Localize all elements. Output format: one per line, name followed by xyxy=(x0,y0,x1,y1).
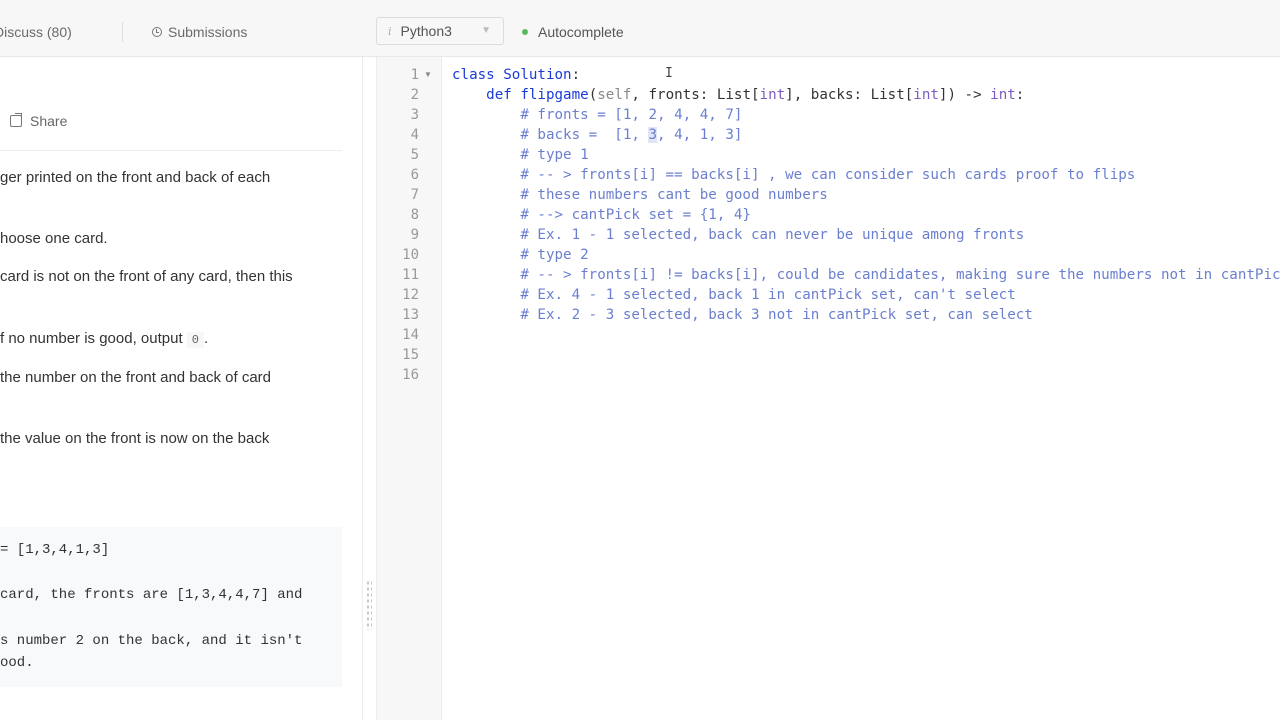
description-panel: Share ger printed on the front and back … xyxy=(0,57,363,720)
inline-code: 0 xyxy=(186,332,204,348)
example-line: = [1,3,4,1,3] xyxy=(0,542,110,558)
code-comment: # Ex. 1 - 1 selected, back can never be … xyxy=(520,227,1025,243)
line-number: 12 xyxy=(402,287,419,303)
code-line: def flipgame(self, fronts: List[int], ba… xyxy=(486,87,1025,103)
autocomplete-toggle[interactable]: Autocomplete xyxy=(522,24,624,40)
code-line: class Solution: xyxy=(452,65,580,85)
line-number: 5 xyxy=(410,147,419,163)
fold-arrow-icon[interactable]: ▼ xyxy=(424,65,432,85)
line-number: 6 xyxy=(410,167,419,183)
code-text: ]) -> xyxy=(938,87,991,103)
line-number: 11 xyxy=(402,267,419,283)
example-line: ood. xyxy=(0,655,34,671)
line-number: 3 xyxy=(410,107,419,123)
code-comment: # Ex. 4 - 1 selected, back 1 in cantPick… xyxy=(520,287,1016,303)
line-number: 7 xyxy=(410,187,419,203)
description-text: . xyxy=(204,330,209,347)
code-function-name: flipgame xyxy=(520,87,589,103)
top-toolbar: Discuss (80) Submissions i Python3 ▼ Aut… xyxy=(0,0,1280,57)
code-comment: # type 2 xyxy=(520,247,589,263)
code-class-name: Solution xyxy=(503,67,572,83)
code-text: : xyxy=(1015,87,1025,103)
description-line: card is not on the front of any card, th… xyxy=(0,268,293,285)
code-line: # Ex. 4 - 1 selected, back 1 in cantPick… xyxy=(452,285,1016,305)
code-line: # type 1 xyxy=(452,145,589,165)
example-line: card, the fronts are [1,3,4,4,7] and xyxy=(0,587,303,603)
code-comment: # -- > fronts[i] == backs[i] , we can co… xyxy=(520,167,1136,183)
line-number: 1 xyxy=(410,67,419,83)
code-type: int xyxy=(759,87,786,103)
info-icon: i xyxy=(388,24,392,38)
tab-submissions[interactable]: Submissions xyxy=(152,24,247,40)
code-text: : xyxy=(571,67,581,83)
line-number: 13 xyxy=(402,307,419,323)
description-line: the number on the front and back of card xyxy=(0,369,272,386)
example-line: s number 2 on the back, and it isn't xyxy=(0,633,303,649)
share-icon xyxy=(10,113,22,127)
green-dot-icon xyxy=(522,29,528,35)
code-text: , fronts: List[ xyxy=(631,87,760,103)
description-line: ger printed on the front and back of eac… xyxy=(0,169,271,186)
panel-resize-handle[interactable] xyxy=(366,580,372,630)
tab-submissions-label: Submissions xyxy=(168,24,248,40)
text-cursor-icon: I xyxy=(665,66,673,81)
language-select-value: Python3 xyxy=(400,23,452,39)
code-keyword: class xyxy=(452,67,495,83)
code-comment: # type 1 xyxy=(520,147,589,163)
code-comment: # -- > fronts[i] != backs[i], could be c… xyxy=(520,267,1280,283)
line-number: 15 xyxy=(402,347,419,363)
code-comment: # these numbers cant be good numbers xyxy=(520,187,828,203)
description-text: f no number is good, output xyxy=(0,330,183,347)
example-block: = [1,3,4,1,3] card, the fronts are [1,3,… xyxy=(0,527,342,687)
autocomplete-label: Autocomplete xyxy=(538,24,624,40)
code-comment: # --> cantPick set = {1, 4} xyxy=(520,207,751,223)
line-number: 9 xyxy=(410,227,419,243)
code-line: # --> cantPick set = {1, 4} xyxy=(452,205,751,225)
code-editor[interactable]: ▼ 1 2 3 4 5 6 7 8 9 10 11 12 13 14 15 16… xyxy=(376,57,1280,720)
tab-divider xyxy=(122,22,123,42)
code-line: # Ex. 2 - 3 selected, back 3 not in cant… xyxy=(452,305,1033,325)
code-type: int xyxy=(913,87,939,103)
divider xyxy=(0,150,342,151)
code-text: ], backs: List[ xyxy=(785,87,914,103)
line-number: 10 xyxy=(402,247,419,263)
code-line: # type 2 xyxy=(452,245,589,265)
line-number: 4 xyxy=(410,127,419,143)
code-line: # these numbers cant be good numbers xyxy=(452,185,828,205)
language-select[interactable]: i Python3 ▼ xyxy=(376,17,504,45)
share-label: Share xyxy=(30,113,68,129)
code-line: # -- > fronts[i] != backs[i], could be c… xyxy=(452,265,1280,285)
description-line: hoose one card. xyxy=(0,230,108,247)
code-line: # fronts = [1, 2, 4, 4, 7] xyxy=(452,105,742,125)
share-button[interactable]: Share xyxy=(10,113,67,129)
description-line: the value on the front is now on the bac… xyxy=(0,430,270,447)
description-line: f no number is good, output 0. xyxy=(0,330,209,348)
code-line: # -- > fronts[i] == backs[i] , we can co… xyxy=(452,165,1135,185)
code-line: # Ex. 1 - 1 selected, back can never be … xyxy=(452,225,1024,245)
line-number: 2 xyxy=(410,87,419,103)
code-comment: # backs = [1, xyxy=(520,127,649,143)
code-self: self xyxy=(597,87,632,103)
code-type: int xyxy=(990,87,1016,103)
code-line: # backs = [1, 3, 4, 1, 3] xyxy=(452,125,742,145)
line-number: 14 xyxy=(402,327,419,343)
clock-icon xyxy=(152,27,162,37)
line-number: 8 xyxy=(410,207,419,223)
code-keyword: def xyxy=(486,87,512,103)
line-number-gutter: ▼ 1 2 3 4 5 6 7 8 9 10 11 12 13 14 15 16 xyxy=(377,57,442,720)
selection-highlight: 3 xyxy=(648,127,658,143)
tab-discuss[interactable]: Discuss (80) xyxy=(0,24,72,40)
chevron-down-icon: ▼ xyxy=(481,25,491,36)
code-comment: # Ex. 2 - 3 selected, back 3 not in cant… xyxy=(520,307,1033,323)
line-number: 16 xyxy=(402,367,419,383)
code-comment: , 4, 1, 3] xyxy=(657,127,743,143)
code-comment: # fronts = [1, 2, 4, 4, 7] xyxy=(520,107,743,123)
